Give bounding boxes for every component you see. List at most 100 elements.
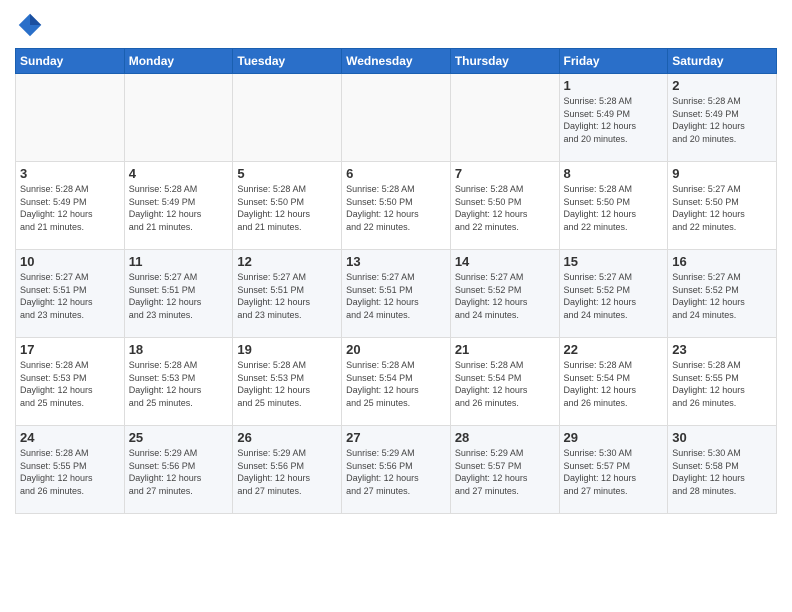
day-number: 7	[455, 166, 555, 181]
day-number: 8	[564, 166, 664, 181]
weekday-row: SundayMondayTuesdayWednesdayThursdayFrid…	[16, 49, 777, 74]
day-info: Sunrise: 5:28 AM Sunset: 5:50 PM Dayligh…	[564, 183, 664, 233]
day-info: Sunrise: 5:27 AM Sunset: 5:52 PM Dayligh…	[672, 271, 772, 321]
day-number: 1	[564, 78, 664, 93]
calendar-cell: 22 Sunrise: 5:28 AM Sunset: 5:54 PM Dayli…	[559, 338, 668, 426]
calendar-cell: 9 Sunrise: 5:27 AM Sunset: 5:50 PM Daylig…	[668, 162, 777, 250]
day-number: 21	[455, 342, 555, 357]
calendar-cell: 6 Sunrise: 5:28 AM Sunset: 5:50 PM Daylig…	[342, 162, 451, 250]
logo-icon	[15, 10, 45, 40]
calendar-cell: 1Sunrise: 5:28 AM Sunset: 5:49 PM Daylig…	[559, 74, 668, 162]
day-number: 14	[455, 254, 555, 269]
calendar-week-2: 3 Sunrise: 5:28 AM Sunset: 5:49 PM Daylig…	[16, 162, 777, 250]
calendar-cell: 27 Sunrise: 5:29 AM Sunset: 5:56 PM Dayli…	[342, 426, 451, 514]
calendar-cell: 23 Sunrise: 5:28 AM Sunset: 5:55 PM Dayli…	[668, 338, 777, 426]
day-number: 23	[672, 342, 772, 357]
logo	[15, 10, 49, 40]
weekday-header-sunday: Sunday	[16, 49, 125, 74]
calendar-cell: 11 Sunrise: 5:27 AM Sunset: 5:51 PM Dayli…	[124, 250, 233, 338]
calendar-cell: 13Sunrise: 5:27 AM Sunset: 5:51 PM Dayli…	[342, 250, 451, 338]
day-info: Sunrise: 5:28 AM Sunset: 5:55 PM Dayligh…	[672, 359, 772, 409]
calendar-cell	[16, 74, 125, 162]
day-info: Sunrise: 5:30 AM Sunset: 5:57 PM Dayligh…	[564, 447, 664, 497]
day-number: 16	[672, 254, 772, 269]
day-info: Sunrise: 5:28 AM Sunset: 5:50 PM Dayligh…	[346, 183, 446, 233]
calendar-cell: 19 Sunrise: 5:28 AM Sunset: 5:53 PM Dayli…	[233, 338, 342, 426]
day-info: Sunrise: 5:28 AM Sunset: 5:50 PM Dayligh…	[455, 183, 555, 233]
day-number: 6	[346, 166, 446, 181]
calendar-week-5: 24 Sunrise: 5:28 AM Sunset: 5:55 PM Dayli…	[16, 426, 777, 514]
calendar-cell: 25 Sunrise: 5:29 AM Sunset: 5:56 PM Dayli…	[124, 426, 233, 514]
day-number: 26	[237, 430, 337, 445]
calendar-table: SundayMondayTuesdayWednesdayThursdayFrid…	[15, 48, 777, 514]
header	[15, 10, 777, 40]
day-number: 13	[346, 254, 446, 269]
weekday-header-tuesday: Tuesday	[233, 49, 342, 74]
day-number: 28	[455, 430, 555, 445]
day-info: Sunrise: 5:28 AM Sunset: 5:54 PM Dayligh…	[564, 359, 664, 409]
day-number: 10	[20, 254, 120, 269]
day-info: Sunrise: 5:28 AM Sunset: 5:54 PM Dayligh…	[346, 359, 446, 409]
day-info: Sunrise: 5:27 AM Sunset: 5:52 PM Dayligh…	[455, 271, 555, 321]
calendar-cell: 26 Sunrise: 5:29 AM Sunset: 5:56 PM Dayli…	[233, 426, 342, 514]
day-number: 12	[237, 254, 337, 269]
day-number: 11	[129, 254, 229, 269]
day-info: Sunrise: 5:29 AM Sunset: 5:56 PM Dayligh…	[346, 447, 446, 497]
calendar-cell: 16 Sunrise: 5:27 AM Sunset: 5:52 PM Dayli…	[668, 250, 777, 338]
calendar-cell: 14 Sunrise: 5:27 AM Sunset: 5:52 PM Dayli…	[450, 250, 559, 338]
day-info: Sunrise: 5:29 AM Sunset: 5:57 PM Dayligh…	[455, 447, 555, 497]
calendar-week-1: 1 Sunrise: 5:28 AM Sunset: 5:49 PM Daylig…	[16, 74, 777, 162]
day-info: Sunrise: 5:27 AM Sunset: 5:50 PM Dayligh…	[672, 183, 772, 233]
calendar-cell: 24 Sunrise: 5:28 AM Sunset: 5:55 PM Dayli…	[16, 426, 125, 514]
weekday-header-saturday: Saturday	[668, 49, 777, 74]
calendar-cell: 18 Sunrise: 5:28 AM Sunset: 5:53 PM Dayli…	[124, 338, 233, 426]
calendar-cell: 21 Sunrise: 5:28 AM Sunset: 5:54 PM Dayli…	[450, 338, 559, 426]
calendar-cell: 20 Sunrise: 5:28 AM Sunset: 5:54 PM Dayli…	[342, 338, 451, 426]
day-number: 19	[237, 342, 337, 357]
calendar-cell	[233, 74, 342, 162]
calendar-cell: 7 Sunrise: 5:28 AM Sunset: 5:50 PM Daylig…	[450, 162, 559, 250]
day-info: Sunrise: 5:28 AM Sunset: 5:49 PM Dayligh…	[20, 183, 120, 233]
calendar-cell	[124, 74, 233, 162]
weekday-header-monday: Monday	[124, 49, 233, 74]
calendar-cell: 17Sunrise: 5:28 AM Sunset: 5:53 PM Dayli…	[16, 338, 125, 426]
calendar-cell: 3 Sunrise: 5:28 AM Sunset: 5:49 PM Daylig…	[16, 162, 125, 250]
day-info: Sunrise: 5:29 AM Sunset: 5:56 PM Dayligh…	[237, 447, 337, 497]
day-info: Sunrise: 5:28 AM Sunset: 5:55 PM Dayligh…	[20, 447, 120, 497]
day-info: Sunrise: 5:27 AM Sunset: 5:51 PM Dayligh…	[237, 271, 337, 321]
weekday-header-friday: Friday	[559, 49, 668, 74]
day-number: 24	[20, 430, 120, 445]
weekday-header-wednesday: Wednesday	[342, 49, 451, 74]
calendar-week-3: 10 Sunrise: 5:27 AM Sunset: 5:51 PM Dayli…	[16, 250, 777, 338]
day-number: 29	[564, 430, 664, 445]
day-number: 18	[129, 342, 229, 357]
day-number: 25	[129, 430, 229, 445]
calendar-header: SundayMondayTuesdayWednesdayThursdayFrid…	[16, 49, 777, 74]
day-number: 9	[672, 166, 772, 181]
day-info: Sunrise: 5:28 AM Sunset: 5:53 PM Dayligh…	[129, 359, 229, 409]
calendar-cell: 2 Sunrise: 5:28 AM Sunset: 5:49 PM Daylig…	[668, 74, 777, 162]
day-info: Sunrise: 5:28 AM Sunset: 5:53 PM Dayligh…	[237, 359, 337, 409]
day-info: Sunrise: 5:28 AM Sunset: 5:49 PM Dayligh…	[672, 95, 772, 145]
day-number: 22	[564, 342, 664, 357]
day-number: 5	[237, 166, 337, 181]
weekday-header-thursday: Thursday	[450, 49, 559, 74]
calendar-cell: 5Sunrise: 5:28 AM Sunset: 5:50 PM Daylig…	[233, 162, 342, 250]
day-info: Sunrise: 5:29 AM Sunset: 5:56 PM Dayligh…	[129, 447, 229, 497]
calendar-cell: 29 Sunrise: 5:30 AM Sunset: 5:57 PM Dayli…	[559, 426, 668, 514]
day-info: Sunrise: 5:28 AM Sunset: 5:54 PM Dayligh…	[455, 359, 555, 409]
day-info: Sunrise: 5:30 AM Sunset: 5:58 PM Dayligh…	[672, 447, 772, 497]
day-number: 2	[672, 78, 772, 93]
calendar-cell	[342, 74, 451, 162]
day-number: 3	[20, 166, 120, 181]
day-info: Sunrise: 5:27 AM Sunset: 5:52 PM Dayligh…	[564, 271, 664, 321]
calendar-cell: 30 Sunrise: 5:30 AM Sunset: 5:58 PM Dayli…	[668, 426, 777, 514]
calendar-cell: 10Sunrise: 5:27 AM Sunset: 5:51 PM Dayli…	[16, 250, 125, 338]
day-number: 4	[129, 166, 229, 181]
day-number: 20	[346, 342, 446, 357]
day-info: Sunrise: 5:27 AM Sunset: 5:51 PM Dayligh…	[129, 271, 229, 321]
day-number: 27	[346, 430, 446, 445]
day-number: 30	[672, 430, 772, 445]
calendar-cell: 28 Sunrise: 5:29 AM Sunset: 5:57 PM Dayli…	[450, 426, 559, 514]
day-number: 17	[20, 342, 120, 357]
